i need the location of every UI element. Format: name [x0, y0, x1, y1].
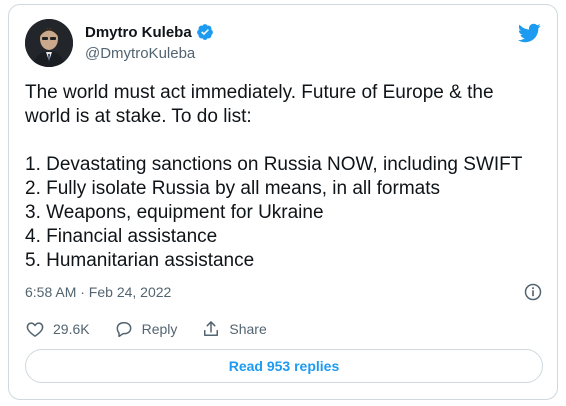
twitter-bird-icon[interactable] [517, 21, 541, 45]
tweet-text: The world must act immediately. Future o… [25, 81, 545, 273]
tweet-timestamp[interactable]: 6:58 AM · Feb 24, 2022 [25, 284, 171, 300]
like-count: 29.6K [53, 321, 90, 337]
tweet-line: 5. Humanitarian assistance [25, 250, 255, 271]
tweet-line-break [25, 129, 545, 153]
tweet-line: 3. Weapons, equipment for Ukraine [25, 202, 324, 223]
verified-badge-icon [196, 24, 213, 40]
tweet-card: Dmytro Kuleba @DmytroKuleba The world mu… [8, 4, 558, 400]
share-button[interactable]: Share [201, 319, 267, 339]
tweet-meta-row: 6:58 AM · Feb 24, 2022 [25, 281, 543, 303]
tweet-line: 4. Financial assistance [25, 226, 218, 247]
info-icon[interactable] [523, 282, 543, 302]
author-handle[interactable]: @DmytroKuleba [85, 45, 195, 62]
tweet-line: world is at stake. To do list: [25, 106, 252, 127]
like-button[interactable]: 29.6K [25, 319, 90, 339]
tweet-actions: 29.6K Reply Share [25, 319, 267, 339]
read-replies-button[interactable]: Read 953 replies [25, 349, 543, 383]
tweet-line: 2. Fully isolate Russia by all means, in… [25, 178, 440, 199]
share-icon [204, 321, 219, 336]
tweet-line: The world must act immediately. Future o… [25, 82, 494, 103]
tweet-line: 1. Devastating sanctions on Russia NOW, … [25, 154, 523, 175]
share-label: Share [229, 321, 267, 337]
reply-label: Reply [141, 321, 178, 337]
author-name-row[interactable]: Dmytro Kuleba [85, 23, 214, 41]
heart-icon [26, 322, 44, 337]
avatar[interactable] [25, 19, 73, 67]
author-display-name[interactable]: Dmytro Kuleba [85, 24, 192, 41]
reply-button[interactable]: Reply [114, 319, 178, 339]
reply-icon [116, 322, 132, 338]
